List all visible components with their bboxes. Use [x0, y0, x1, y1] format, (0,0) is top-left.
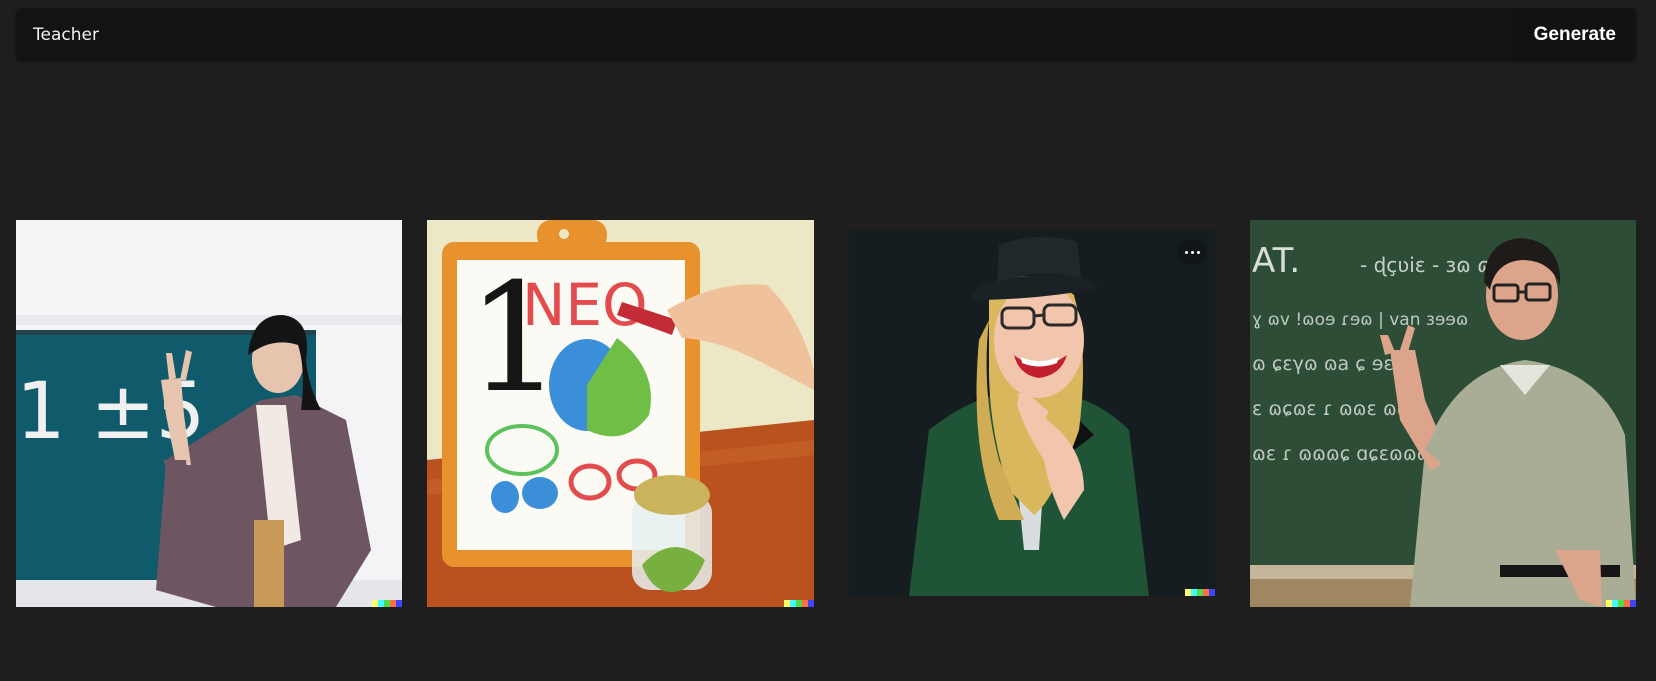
result-image-1[interactable]: 1 ±5	[16, 220, 402, 607]
result-image-3[interactable]	[849, 230, 1215, 596]
teacher-chalkboard-image: 1 ±5	[16, 220, 402, 607]
clipboard-drawing-image: 1 NEO	[427, 220, 814, 607]
chalk-line: ɣ ɷv !ɷoɘ ɾɘɷ | van ɜɘɘɷ	[1252, 310, 1468, 330]
teacher-top-hat-image	[849, 230, 1215, 596]
teacher-green-board-image: AT. - ɖçʋiɛ - ɜɷ ɷ ɣ ɷv !ɷoɘ ɾɘɷ | van ɜ…	[1250, 220, 1636, 607]
chalk-line: ɛ ɷɕɷɛ ɾ ɷɷɛ ɷɷɛ	[1252, 398, 1421, 420]
more-options-button[interactable]	[1177, 240, 1207, 264]
watermark	[372, 600, 402, 607]
result-image-4[interactable]: AT. - ɖçʋiɛ - ɜɷ ɷ ɣ ɷv !ɷoɘ ɾɘɷ | van ɜ…	[1250, 220, 1636, 607]
chalk-line: AT.	[1252, 241, 1300, 281]
result-image-2[interactable]: 1 NEO	[427, 220, 814, 607]
more-dot	[1196, 250, 1200, 254]
prompt-input[interactable]	[16, 8, 1512, 61]
chalk-line: ɷɛ ɾ ɷɷɷɕ ɑɕɛɷɷɷɛ	[1252, 443, 1441, 465]
chalk-line: ɷ ɕɛγɷ ɷa ɕ ɘɛ ɷ	[1252, 353, 1414, 375]
generate-button[interactable]: Generate	[1511, 8, 1636, 61]
prompt-bar: Generate	[16, 8, 1636, 61]
more-dot	[1190, 250, 1194, 254]
watermark	[1606, 600, 1636, 607]
more-dot	[1184, 250, 1188, 254]
watermark	[1185, 589, 1215, 596]
chalk-line: - ɖçʋiɛ - ɜɷ ɷ	[1360, 253, 1492, 277]
watermark	[784, 600, 814, 607]
